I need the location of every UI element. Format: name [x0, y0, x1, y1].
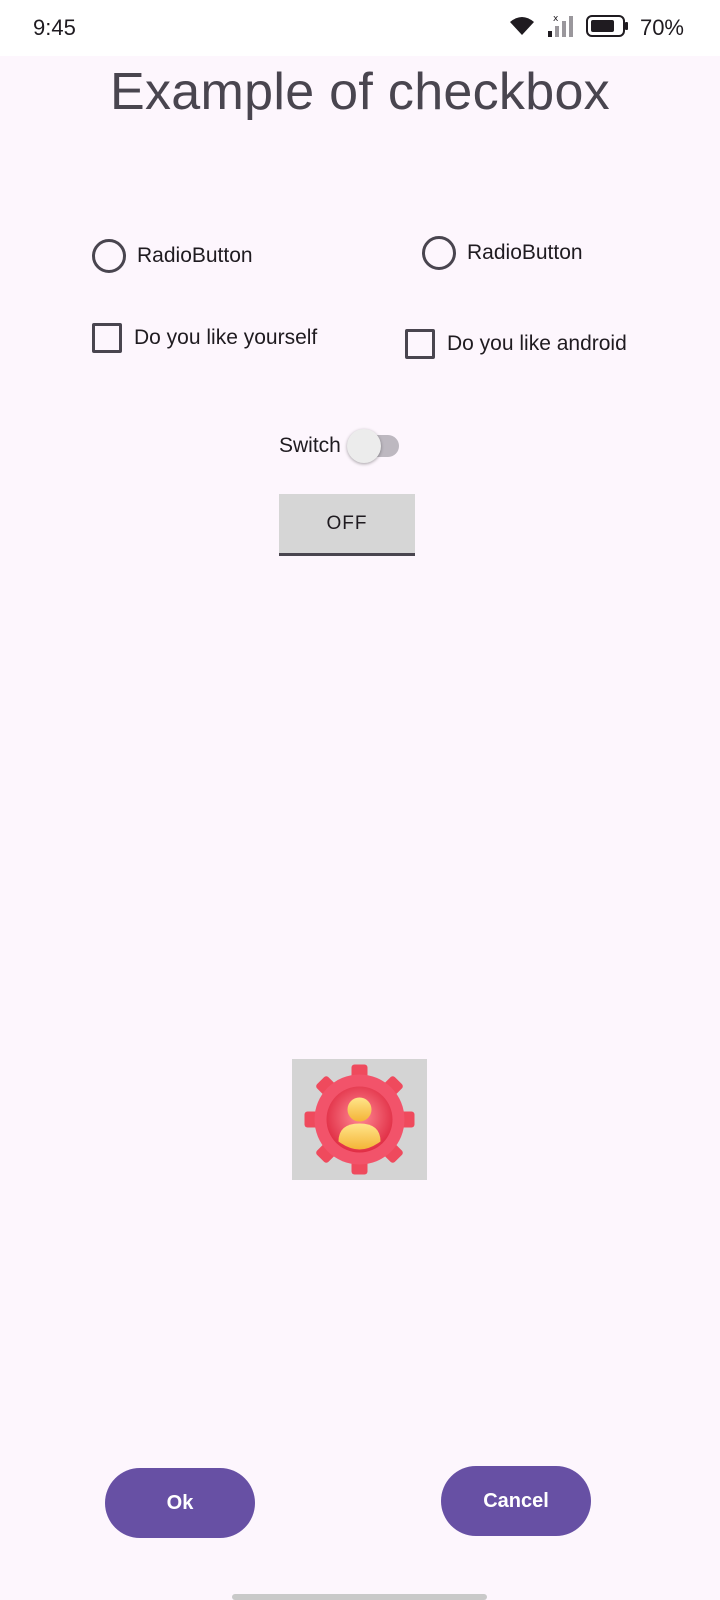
toggle-button[interactable]: OFF	[279, 494, 415, 556]
checkbox-label: Do you like android	[447, 332, 627, 355]
image-view	[292, 1059, 427, 1180]
checkbox-like-android[interactable]: Do you like android	[405, 329, 627, 359]
status-time: 9:45	[33, 15, 76, 40]
checkbox-like-yourself[interactable]: Do you like yourself	[92, 323, 317, 353]
switch-row[interactable]: Switch	[279, 429, 399, 463]
checkbox-label: Do you like yourself	[134, 326, 318, 349]
switch-label: Switch	[279, 434, 341, 457]
status-bar: 9:45 x 70%	[0, 0, 720, 56]
radio-circle[interactable]	[422, 236, 456, 270]
radio-button-1[interactable]: RadioButton	[92, 239, 253, 273]
home-indicator[interactable]	[232, 1594, 487, 1600]
checkbox-box[interactable]	[92, 323, 122, 353]
battery-percent: 70%	[639, 15, 684, 40]
radio-circle[interactable]	[92, 239, 126, 273]
radio-label: RadioButton	[137, 244, 253, 267]
user-settings-gear-icon	[292, 1064, 427, 1184]
battery-icon	[585, 14, 630, 43]
wifi-icon	[508, 15, 536, 42]
checkbox-box[interactable]	[405, 329, 435, 359]
svg-text:x: x	[553, 14, 559, 24]
signal-icon: x	[546, 13, 576, 44]
switch-thumb[interactable]	[346, 429, 381, 463]
page-title: Example of checkbox	[110, 63, 610, 121]
cancel-button[interactable]: Cancel	[441, 1466, 591, 1536]
switch-toggle[interactable]	[346, 429, 399, 463]
status-icons: x 70%	[508, 14, 684, 42]
ok-button[interactable]: Ok	[105, 1468, 255, 1538]
radio-label: RadioButton	[467, 241, 583, 264]
radio-button-2[interactable]: RadioButton	[422, 236, 583, 270]
